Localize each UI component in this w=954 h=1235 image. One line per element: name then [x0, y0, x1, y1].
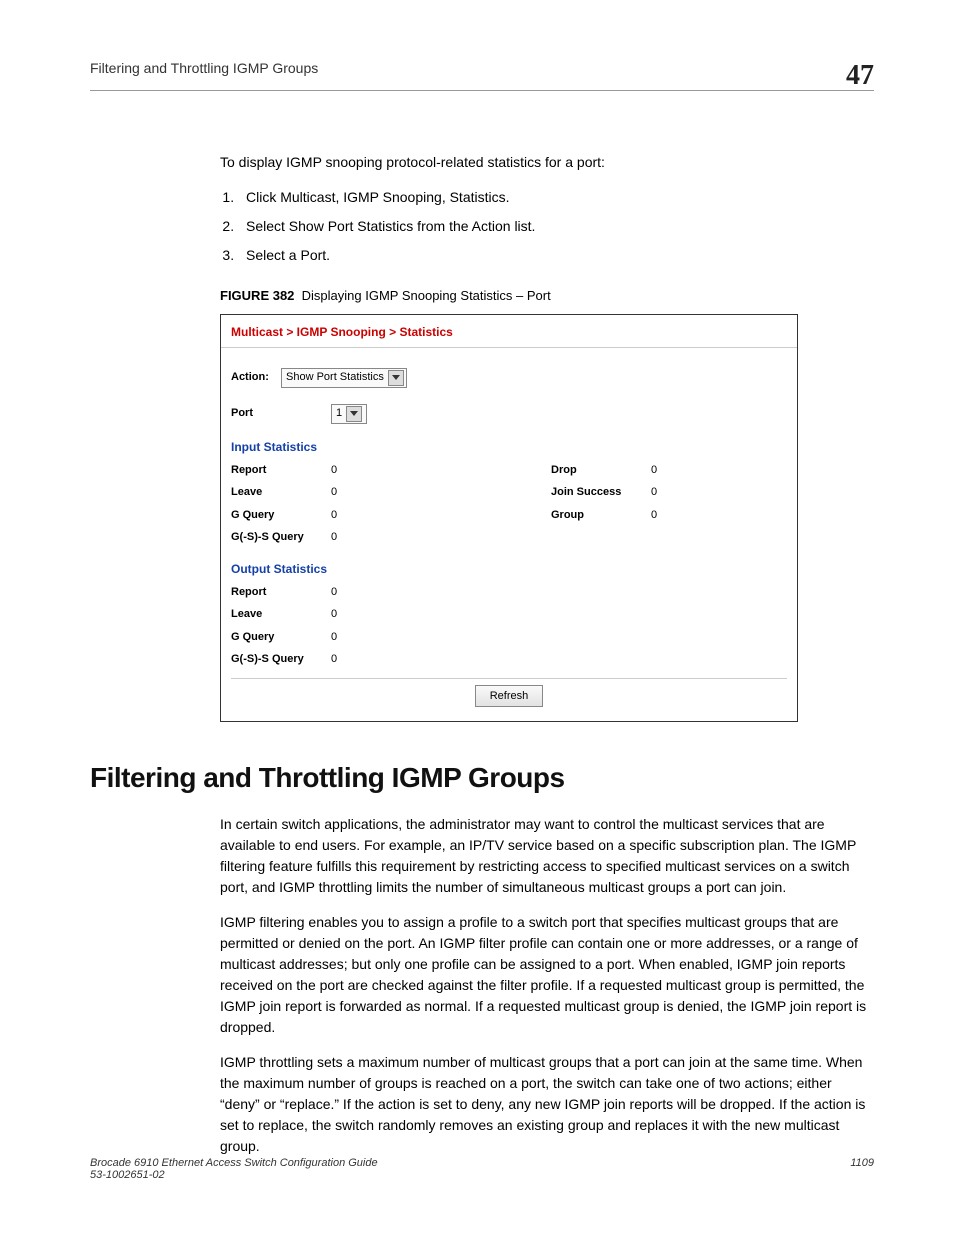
- stat-value: 0: [651, 462, 761, 479]
- figure-label: FIGURE 382: [220, 288, 294, 303]
- section-heading: Filtering and Throttling IGMP Groups: [90, 762, 874, 794]
- port-label: Port: [231, 405, 331, 422]
- figure-title: Displaying IGMP Snooping Statistics – Po…: [302, 288, 551, 303]
- stat-label: Report: [231, 462, 331, 479]
- dropdown-icon[interactable]: [346, 406, 362, 422]
- chapter-number: 47: [846, 60, 874, 92]
- action-select[interactable]: Show Port Statistics: [281, 368, 407, 388]
- stat-label: Report: [231, 584, 331, 601]
- stat-label: G(-S)-S Query: [231, 651, 331, 668]
- stat-value: 0: [331, 606, 441, 623]
- footer-page-number: 1109: [850, 1157, 874, 1181]
- stat-label: Group: [551, 507, 651, 524]
- input-stats-header: Input Statistics: [231, 438, 787, 456]
- step-2: Select Show Port Statistics from the Act…: [238, 216, 874, 237]
- stat-label: Leave: [231, 606, 331, 623]
- output-stats-header: Output Statistics: [231, 560, 787, 578]
- dropdown-icon[interactable]: [388, 370, 404, 386]
- stat-label: G Query: [231, 507, 331, 524]
- output-stats-grid: Report 0 Leave 0 G Query 0 G(-S)-S Query…: [231, 584, 787, 668]
- footer-left: Brocade 6910 Ethernet Access Switch Conf…: [90, 1157, 378, 1181]
- paragraph: In certain switch applications, the admi…: [220, 814, 874, 898]
- stat-value: 0: [331, 462, 441, 479]
- stat-value: 0: [331, 529, 441, 546]
- stat-value: 0: [651, 507, 761, 524]
- header-rule: [90, 90, 874, 91]
- stat-label: Leave: [231, 484, 331, 501]
- stat-value: 0: [651, 484, 761, 501]
- action-label: Action:: [231, 369, 281, 386]
- figure-caption: FIGURE 382 Displaying IGMP Snooping Stat…: [220, 286, 874, 306]
- input-stats-grid: Report 0 Drop 0 Leave 0 Join Success 0 G…: [231, 462, 787, 546]
- stat-label: Drop: [551, 462, 651, 479]
- stat-value: 0: [331, 484, 441, 501]
- screenshot-panel: Multicast > IGMP Snooping > Statistics A…: [220, 314, 798, 723]
- footer-doc-number: 53-1002651-02: [90, 1169, 165, 1181]
- port-select-value: 1: [336, 405, 342, 422]
- step-list: Click Multicast, IGMP Snooping, Statisti…: [220, 187, 874, 266]
- breadcrumb: Multicast > IGMP Snooping > Statistics: [221, 315, 797, 348]
- paragraph: IGMP throttling sets a maximum number of…: [220, 1052, 874, 1157]
- port-select[interactable]: 1: [331, 404, 367, 424]
- paragraph: IGMP filtering enables you to assign a p…: [220, 912, 874, 1038]
- intro-text: To display IGMP snooping protocol-relate…: [220, 152, 874, 173]
- stat-value: 0: [331, 584, 441, 601]
- running-header: Filtering and Throttling IGMP Groups: [90, 60, 318, 76]
- refresh-button[interactable]: Refresh: [475, 685, 544, 708]
- footer-book-title: Brocade 6910 Ethernet Access Switch Conf…: [90, 1157, 378, 1169]
- stat-label: G(-S)-S Query: [231, 529, 331, 546]
- action-select-value: Show Port Statistics: [286, 369, 384, 386]
- stat-value: 0: [331, 629, 441, 646]
- stat-value: 0: [331, 651, 441, 668]
- stat-label: Join Success: [551, 484, 651, 501]
- stat-label: G Query: [231, 629, 331, 646]
- step-3: Select a Port.: [238, 245, 874, 266]
- step-1: Click Multicast, IGMP Snooping, Statisti…: [238, 187, 874, 208]
- stat-value: 0: [331, 507, 441, 524]
